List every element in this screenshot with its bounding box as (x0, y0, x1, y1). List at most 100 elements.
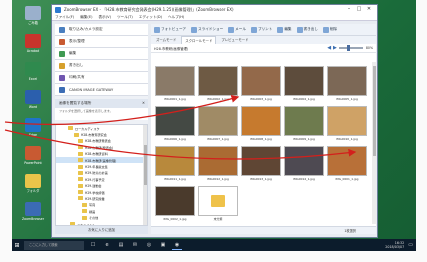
photo-image (198, 146, 238, 176)
photo-thumbnail[interactable]: IMG0010_1.jpg (327, 106, 367, 144)
menu-file[interactable]: ファイル(F) (55, 14, 74, 20)
menu-tools[interactable]: ツール(T) (117, 14, 133, 20)
folder-tree-label: H28.市教研(発表会) (85, 145, 114, 150)
desktop-icon-graphic (25, 34, 41, 48)
taskbar-app-icon[interactable]: ✉ (130, 241, 140, 250)
task-item[interactable]: 書き出し (55, 60, 148, 72)
nav-forward-icon[interactable]: ▶ (333, 45, 337, 51)
toolbar-button-icon (250, 26, 257, 33)
thumbnail-caption: IMG0004_1.jpg (293, 97, 315, 101)
photo-thumbnail[interactable]: IMG0011_1.jpg (155, 146, 195, 184)
task-item[interactable]: 印刷/共有 (55, 72, 148, 84)
desktop-icon-graphic (25, 202, 41, 216)
photo-thumbnail[interactable]: IMG0014_1.jpg (284, 146, 324, 184)
path-bar: H28.市教研(画像管理) ◀ ▶ 80% (151, 44, 376, 53)
status-bar: 1枚選択 (151, 226, 376, 234)
start-button[interactable]: ⊞ (12, 239, 22, 251)
task-icon (59, 50, 65, 57)
toolbar-button-icon (191, 26, 198, 33)
taskbar-app-icon[interactable]: ▤ (116, 241, 126, 250)
view-mode-tab[interactable]: プレビューモード (218, 36, 251, 44)
task-item[interactable]: 取り込み/カメラ設定 (55, 24, 148, 36)
photo-thumbnail[interactable]: IMG0008_1.jpg (241, 106, 281, 144)
toolbar-button[interactable]: 編集 (277, 26, 292, 33)
menu-view[interactable]: 表示(V) (99, 14, 111, 20)
desktop-icon[interactable]: Acrobat (18, 34, 48, 62)
folder-icon (82, 215, 87, 220)
folder-icon (78, 151, 83, 156)
taskbar-app-icon[interactable]: ◉ (172, 241, 182, 250)
view-mode-tab[interactable]: スクロールモード (181, 36, 217, 44)
thumbnail-caption: IMG_0001_1.jpg (335, 177, 359, 181)
close-button[interactable]: ✕ (364, 6, 374, 13)
nav-back-icon[interactable]: ◀ (327, 45, 331, 51)
toolbar-button[interactable]: 削除 (322, 26, 337, 33)
photo-thumbnail[interactable]: IMG0003_1.jpg (241, 66, 281, 104)
toolbar-button[interactable]: メール (228, 26, 246, 33)
folder-thumbnail[interactable]: 未分類 (198, 186, 238, 224)
desktop-icon[interactable]: PowerPoint (18, 146, 48, 174)
taskbar-app-icon[interactable]: ▣ (158, 241, 168, 250)
window-title: ZoomBrowser EX - 「H28.市教育研究会発表会(H29.1.25… (64, 6, 234, 12)
desktop-icon[interactable]: Excel (18, 62, 48, 90)
menu-help[interactable]: ヘルプ(H) (168, 14, 184, 20)
toolbar-button-icon (296, 26, 303, 33)
photo-thumbnail[interactable]: IMG0013_1.jpg (241, 146, 281, 184)
menu-bar: ファイル(F) 編集(E) 表示(V) ツール(T) エディット(D) ヘルプ(… (52, 14, 377, 21)
notification-icon[interactable]: ▭ (408, 242, 413, 248)
photo-thumbnail[interactable]: IMG_0002_1.jpg (155, 186, 195, 224)
photo-thumbnail[interactable]: IMG0001_1.jpg (155, 66, 195, 104)
photo-thumbnail[interactable]: IMG0009_1.jpg (284, 106, 324, 144)
taskbar-app-icon[interactable]: ◎ (144, 241, 154, 250)
menu-edit[interactable]: 編集(E) (80, 14, 92, 20)
add-favorite-button[interactable]: お気に入りに追加 (55, 226, 148, 234)
toolbar-button[interactable]: フォトビューア (154, 26, 186, 33)
photo-thumbnail[interactable]: IMG0004_1.jpg (284, 66, 324, 104)
minimize-button[interactable]: – (344, 6, 354, 13)
toolbar-button-label: スライドショー (198, 27, 224, 31)
desktop-icon[interactable]: Word (18, 90, 48, 118)
thumbnail-caption: IMG_0002_1.jpg (163, 217, 187, 221)
task-item[interactable]: CANON iMAGE GATEWAY (55, 84, 148, 96)
view-mode-tab[interactable]: ズームモード (153, 36, 179, 44)
folder-icon (78, 177, 83, 182)
taskbar-app-icon[interactable]: ☐ (88, 241, 98, 250)
thumbnail-size-slider[interactable] (338, 45, 363, 51)
folder-tree-label: H29.防災の計画 (85, 171, 108, 176)
desktop-icon[interactable]: Edge (18, 118, 48, 146)
toolbar-button[interactable]: 書き出し (296, 26, 318, 33)
toolbar-button[interactable]: スライドショー (191, 26, 224, 33)
folder-icon (82, 202, 87, 207)
desktop-icon[interactable]: ごみ箱 (18, 6, 48, 34)
photo-thumbnail[interactable]: IMG0007_1.jpg (198, 106, 238, 144)
photo-thumbnail[interactable]: IMG0002_1.jpg (198, 66, 238, 104)
folder-section-note: フォルダを選択して画像を表示します。 (55, 108, 148, 120)
folder-icon (78, 183, 83, 188)
folder-tree-scrollbar[interactable] (143, 125, 147, 225)
photo-thumbnail[interactable]: IMG_0001_1.jpg (327, 146, 367, 184)
system-clock[interactable]: 16:32 2018/03/07 (385, 241, 408, 249)
folder-section-close-icon[interactable]: ✕ (142, 99, 148, 108)
photo-thumbnail[interactable]: IMG0005_1.jpg (327, 66, 367, 104)
toolbar-button[interactable]: プリント (250, 26, 273, 33)
thumbnail-caption: IMG0010_1.jpg (336, 137, 358, 141)
desktop-icon[interactable]: フォルダ (18, 174, 48, 202)
desktop-icon-graphic (25, 174, 41, 188)
photo-thumbnail[interactable]: IMG0006_1.jpg (155, 106, 195, 144)
thumbnail-scrollbar[interactable] (372, 62, 376, 224)
desktop-icon[interactable]: ZoomBrowser (18, 202, 48, 230)
taskbar-search[interactable]: ここに入力して検索 (24, 240, 84, 250)
thumbnail-caption: IMG0011_1.jpg (164, 177, 186, 181)
photo-thumbnail[interactable]: IMG0012_1.jpg (198, 146, 238, 184)
menu-editor[interactable]: エディット(D) (139, 14, 162, 20)
toolbar-button-label: プリント (257, 27, 273, 31)
task-item[interactable]: 表示/整理 (55, 36, 148, 48)
folder-tree-label: H29.研究授業 (85, 196, 105, 201)
task-item[interactable]: 編集 (55, 48, 148, 60)
maximize-button[interactable]: □ (354, 6, 364, 13)
taskbar-app-icon[interactable]: e (102, 241, 112, 250)
folder-tree-label: ローカルディスク (75, 126, 100, 131)
folder-tree-label: 録画 (89, 209, 96, 214)
desktop-icon-graphic (25, 62, 41, 76)
desktop-icon-label: フォルダ (26, 189, 40, 193)
